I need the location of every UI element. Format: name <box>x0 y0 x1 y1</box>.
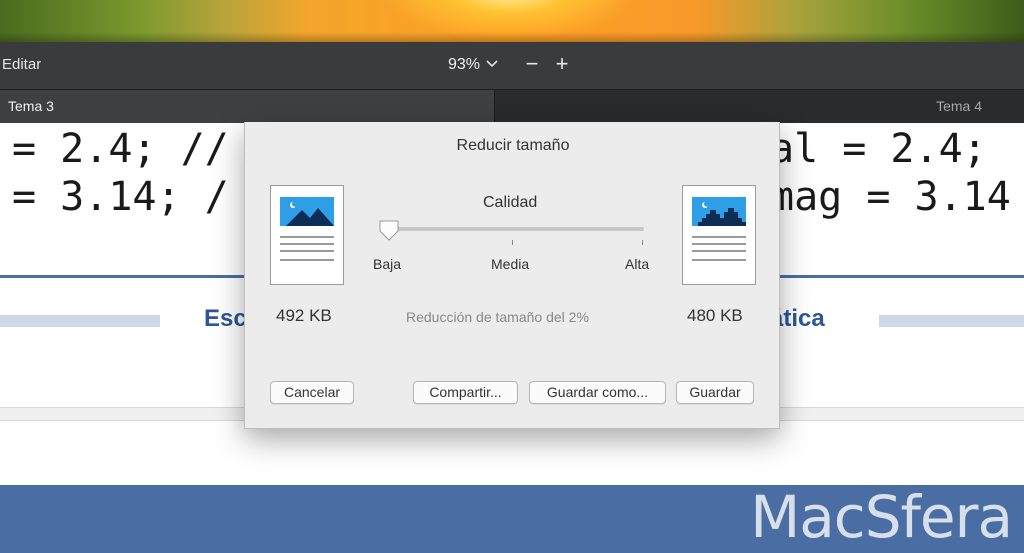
original-document-thumbnail <box>270 185 344 285</box>
plus-icon[interactable]: + <box>551 52 573 76</box>
landscape-image-icon <box>280 197 334 226</box>
scale-label-mid: Media <box>491 256 530 272</box>
scale-label-high: Alta <box>625 256 650 272</box>
desktop-wallpaper <box>0 0 1024 42</box>
reduction-summary: Reducción de tamaño del 2% <box>406 309 589 325</box>
quality-slider-thumb[interactable] <box>378 219 400 241</box>
dialog-title: Reducir tamaño <box>456 137 570 154</box>
code-line-1-right: al = 2.4; <box>770 126 987 172</box>
cancel-button[interactable]: Cancelar <box>270 381 354 404</box>
zoom-control[interactable]: 93% <box>448 56 498 74</box>
code-line-1-left: = 2.4; // <box>12 126 229 172</box>
zoom-value: 93% <box>448 56 481 73</box>
save-button[interactable]: Guardar <box>676 381 754 404</box>
reduce-size-dialog: Reducir tamaño Calidad Baja Media Alta 4… <box>244 122 780 429</box>
tab-tema-4[interactable]: Tema 4 <box>496 90 1024 123</box>
slider-tick-high <box>642 240 643 245</box>
share-button[interactable]: Compartir... <box>413 381 518 404</box>
landscape-image-icon <box>692 197 746 226</box>
watermark-logo: MacSfera <box>750 483 1013 551</box>
app-toolbar: Editar 93% − + <box>0 42 1024 90</box>
reduced-document-thumbnail <box>682 185 756 285</box>
slider-tick-mid <box>512 240 513 245</box>
new-size: 480 KB <box>687 306 743 325</box>
heading-band-left <box>0 315 160 327</box>
tab-tema-3[interactable]: Tema 3 <box>0 90 495 123</box>
original-size: 492 KB <box>276 306 332 325</box>
chevron-down-icon <box>486 59 498 71</box>
save-as-button[interactable]: Guardar como... <box>529 381 666 404</box>
heading-left-fragment: Esc <box>204 305 247 332</box>
edit-menu[interactable]: Editar <box>2 56 41 73</box>
minus-icon[interactable]: − <box>521 52 543 76</box>
heading-band-right <box>879 315 1024 327</box>
quality-slider-track[interactable] <box>388 227 644 231</box>
code-line-2-right: mag = 3.14 <box>770 174 1011 220</box>
tab-bar: Tema 3 Tema 4 <box>0 90 1024 123</box>
scale-label-low: Baja <box>373 256 402 272</box>
quality-label: Calidad <box>483 194 538 211</box>
code-line-2-left: = 3.14; / <box>12 174 229 220</box>
